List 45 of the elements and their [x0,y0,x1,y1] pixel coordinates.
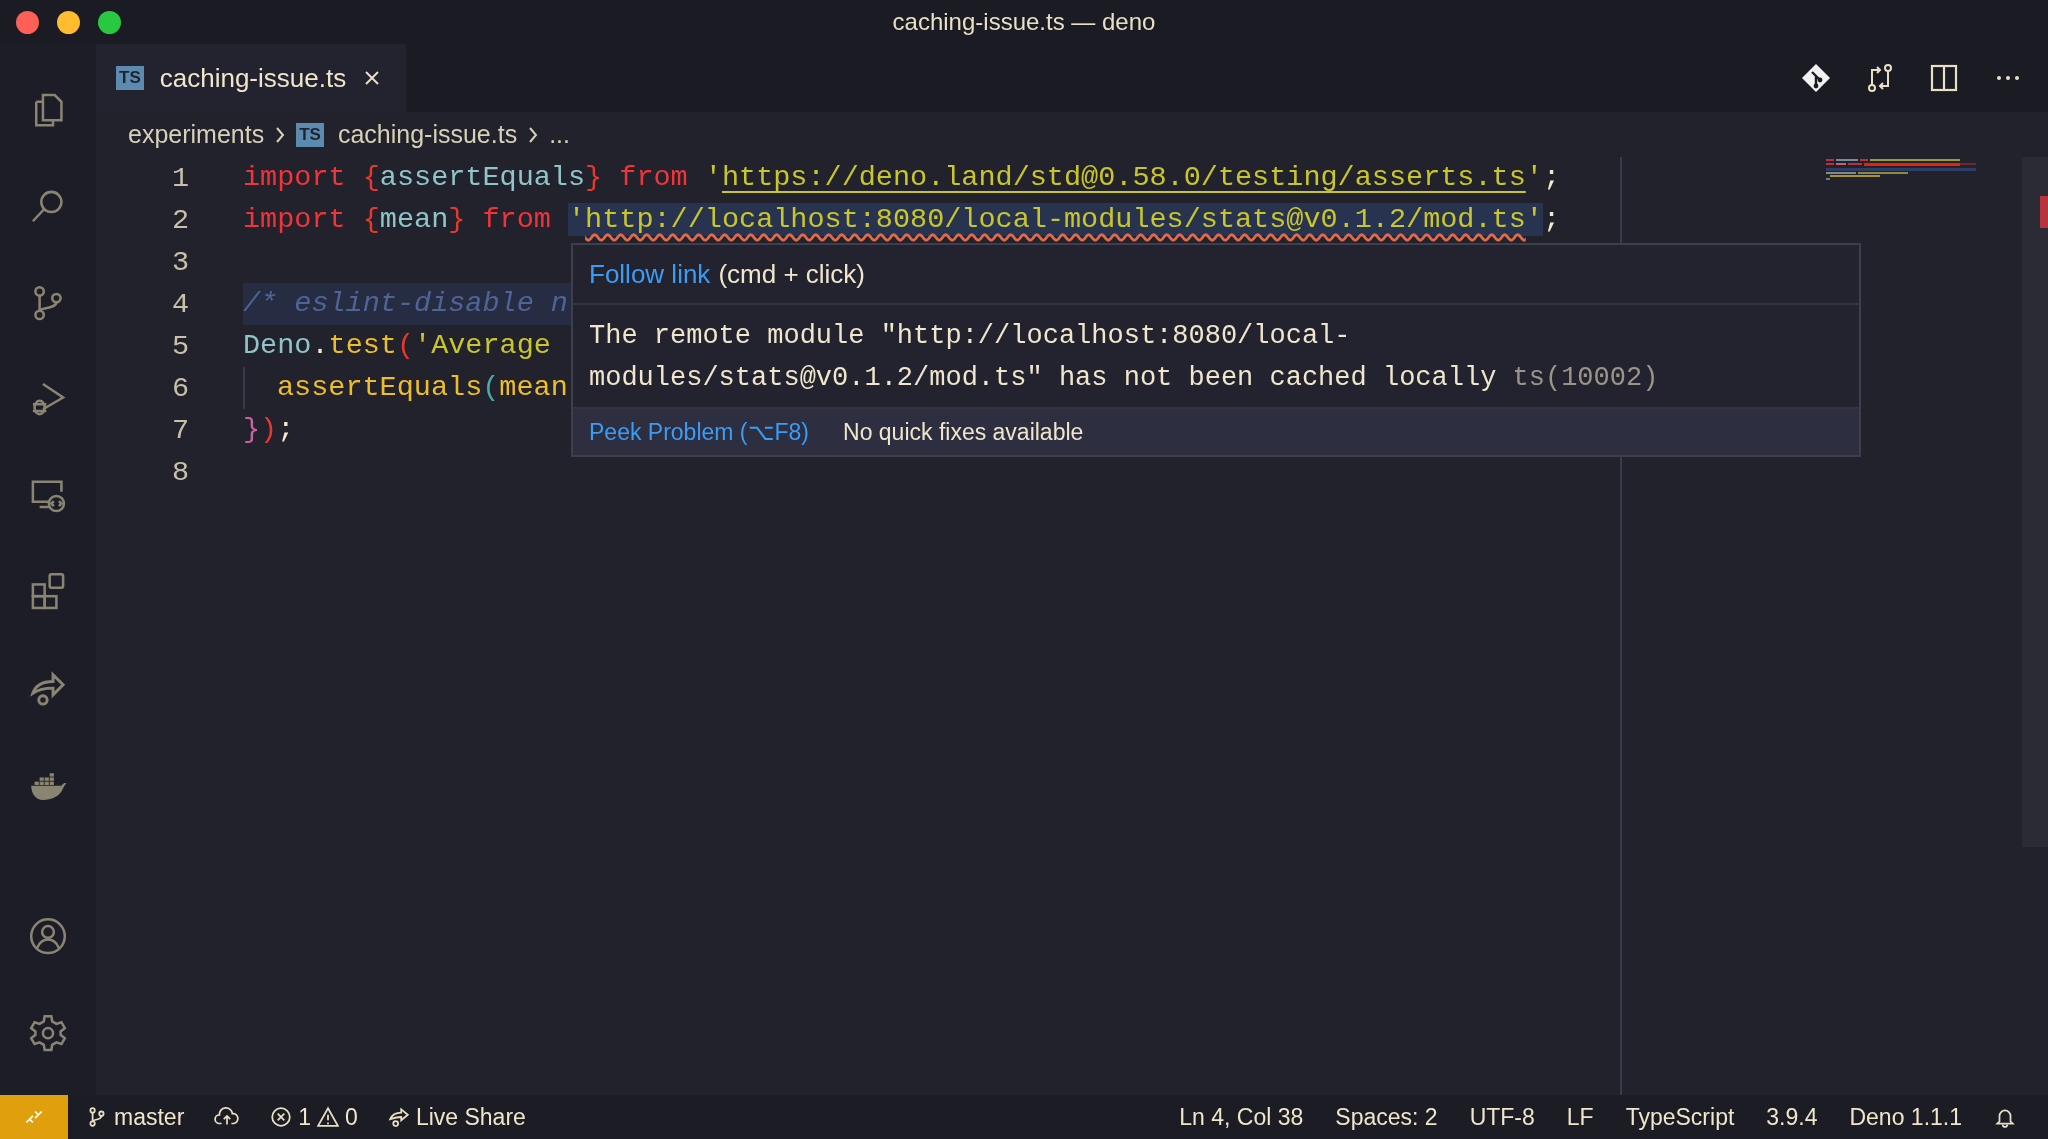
window-title: caching-issue.ts — deno [892,8,1156,36]
close-window-button[interactable] [16,11,39,34]
breadcrumb-item[interactable]: caching-issue.ts [337,120,518,149]
code-line: assertEquals(mean [277,370,568,406]
git-diamond-icon[interactable] [1800,62,1832,94]
code-line: /* eslint-disable n [243,286,568,322]
line-number: 7 [170,413,189,447]
live-share-status[interactable]: Live Share [387,1103,526,1131]
link-hint: (cmd + click) [718,258,865,290]
breadcrumb-item[interactable]: ... [549,120,570,149]
cloud-upload-icon[interactable] [214,1106,241,1128]
editor-tab[interactable]: TS caching-issue.ts [96,44,407,112]
error-icon [270,1106,293,1128]
status-item[interactable]: Spaces: 2 [1335,1103,1438,1131]
breadcrumb-item[interactable]: experiments [128,120,265,149]
code-line: }); [243,412,295,448]
status-item[interactable]: Deno 1.1.1 [1849,1103,1962,1131]
status-item[interactable]: TypeScript [1625,1103,1735,1131]
warning-icon [317,1106,340,1128]
status-item[interactable]: Ln 4, Col 38 [1179,1103,1304,1131]
follow-link[interactable]: Follow link [589,258,711,290]
status-item[interactable]: LF [1566,1103,1594,1131]
code-line: Deno.test('Average [243,328,552,364]
typescript-file-icon: TS [116,66,144,90]
problems-status[interactable]: 1 0 [270,1103,358,1131]
line-number: 8 [170,455,189,489]
typescript-file-icon: TS [296,122,324,147]
quick-fix-note: No quick fixes available [843,418,1084,446]
split-editor-icon[interactable] [1928,62,1960,94]
error-message: The remote module "http://localhost:8080/local-modules/stats@v0.1.2/mod.ts" has not been cached locally ts(10002) [589,320,1660,395]
zoom-window-button[interactable] [98,11,121,34]
line-number: 3 [170,245,189,279]
live-share-icon [387,1106,410,1128]
status-item[interactable]: UTF-8 [1469,1103,1535,1131]
code-line: import {assertEquals} from 'https://deno.land/std@0.58.0/testing/asserts.ts'; [243,160,1560,196]
line-number: 1 [170,161,189,195]
status-item[interactable]: 3.9.4 [1766,1103,1818,1131]
branch-status[interactable]: master [86,1103,185,1131]
line-number: 4 [170,287,189,321]
minimize-window-button[interactable] [57,11,80,34]
line-number: 2 [170,203,189,237]
line-number: 5 [170,329,189,363]
line-number: 6 [170,371,189,405]
peek-problem-link[interactable]: Peek Problem (⌥F8) [589,418,809,446]
scrollbar[interactable] [2022,157,2048,847]
